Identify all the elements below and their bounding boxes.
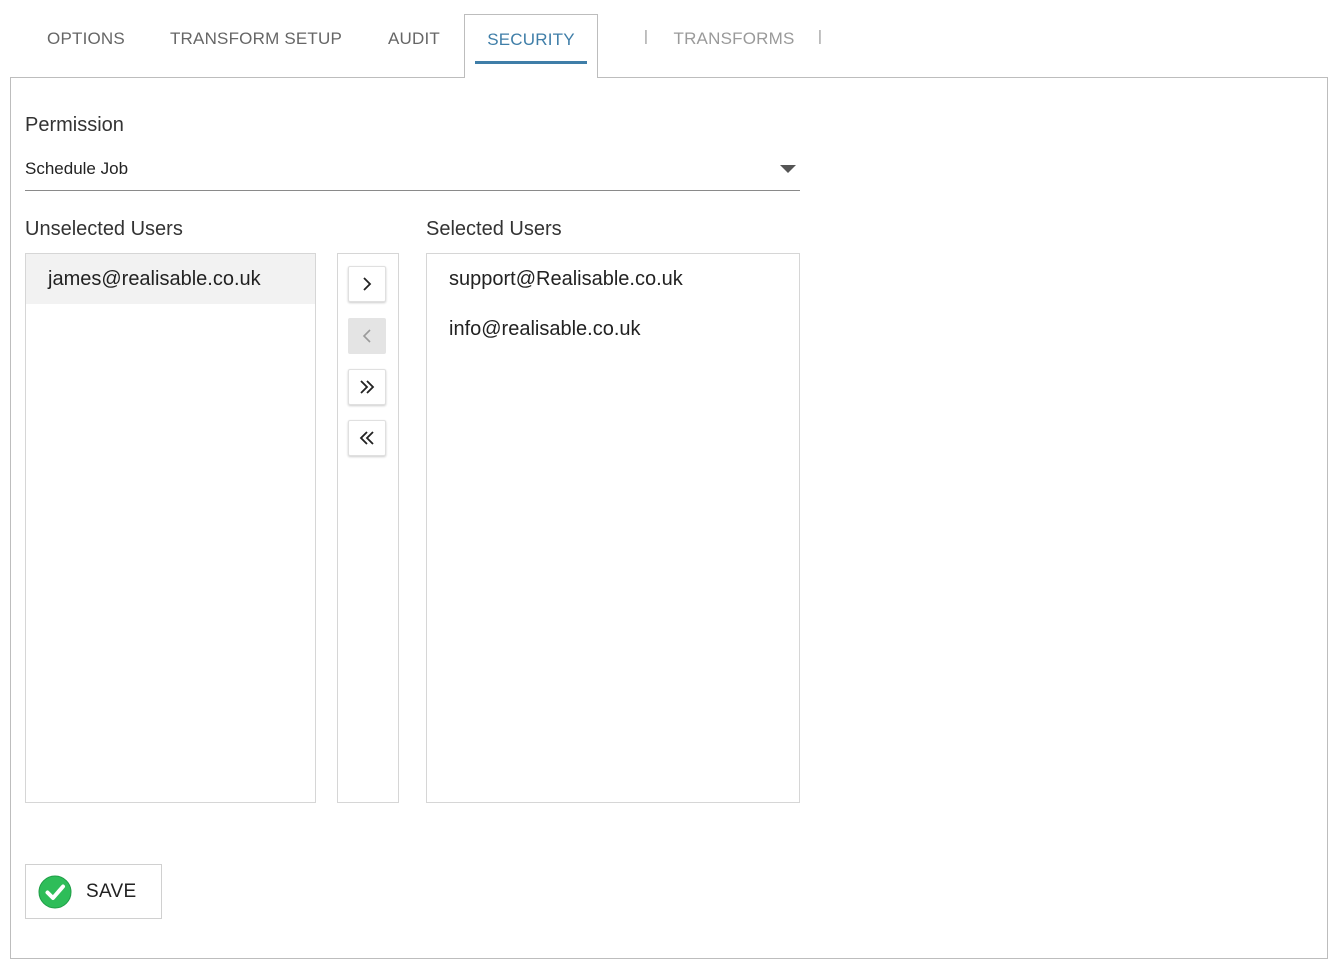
list-item[interactable]: support@Realisable.co.uk	[427, 254, 799, 304]
permission-value: Schedule Job	[25, 159, 129, 178]
list-item[interactable]: info@realisable.co.uk	[427, 304, 799, 354]
security-panel: Permission Schedule Job Unselected Users…	[10, 77, 1328, 959]
chevron-left-icon	[362, 329, 371, 343]
double-chevron-left-icon	[359, 431, 374, 445]
tab-bar: OPTIONS TRANSFORM SETUP AUDIT SECURITY |…	[0, 0, 1340, 78]
save-button[interactable]: SAVE	[25, 864, 162, 919]
list-item[interactable]: james@realisable.co.uk	[26, 254, 315, 304]
permission-label: Permission	[25, 114, 124, 136]
chevron-right-icon	[363, 277, 372, 291]
unselected-users-label: Unselected Users	[25, 218, 183, 240]
move-left-button[interactable]	[348, 318, 386, 354]
selected-users-label: Selected Users	[426, 218, 562, 240]
save-label: SAVE	[86, 880, 137, 902]
tab-options[interactable]: OPTIONS	[26, 14, 146, 64]
move-all-right-button[interactable]	[348, 369, 386, 405]
move-right-button[interactable]	[348, 266, 386, 302]
tab-transform-setup[interactable]: TRANSFORM SETUP	[156, 14, 356, 64]
tab-transforms[interactable]: TRANSFORMS	[664, 14, 804, 64]
move-all-left-button[interactable]	[348, 420, 386, 456]
tab-separator: |	[818, 28, 822, 45]
dropdown-caret-icon	[780, 165, 796, 173]
transfer-buttons	[337, 253, 399, 803]
double-chevron-right-icon	[360, 380, 375, 394]
tab-security[interactable]: SECURITY	[464, 14, 598, 78]
check-circle-icon	[38, 875, 72, 908]
permission-select[interactable]: Schedule Job	[25, 152, 800, 191]
tab-separator: |	[644, 28, 648, 45]
tab-audit[interactable]: AUDIT	[370, 14, 458, 64]
unselected-users-list[interactable]: james@realisable.co.uk	[25, 253, 316, 803]
selected-users-list[interactable]: support@Realisable.co.uk info@realisable…	[426, 253, 800, 803]
